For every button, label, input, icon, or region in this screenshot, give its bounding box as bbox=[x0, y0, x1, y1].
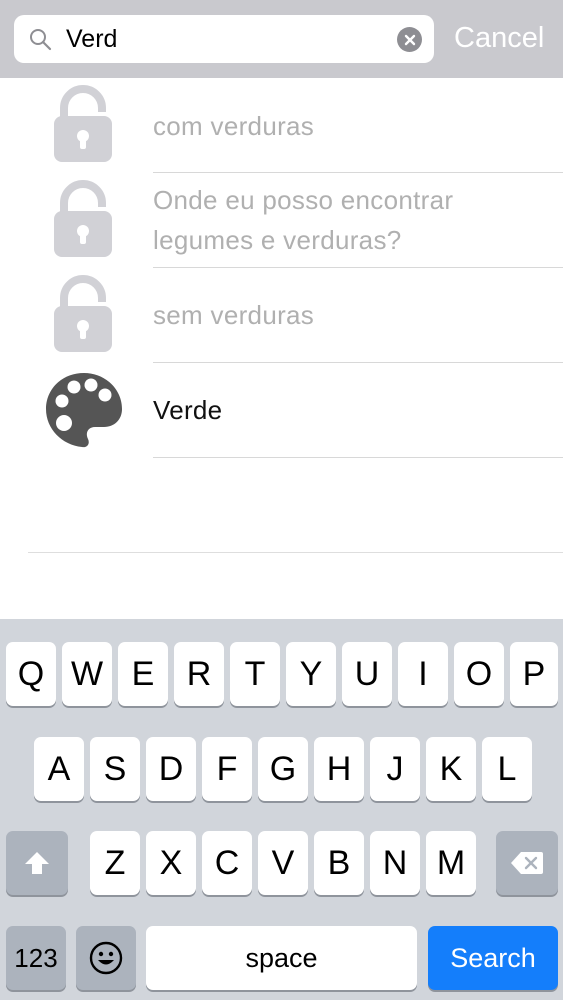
result-label: Verde bbox=[153, 395, 223, 425]
key-x[interactable]: X bbox=[146, 831, 196, 895]
key-s[interactable]: S bbox=[90, 737, 140, 801]
key-l[interactable]: L bbox=[482, 737, 532, 801]
key-y[interactable]: Y bbox=[286, 642, 336, 706]
key-b[interactable]: B bbox=[314, 831, 364, 895]
backspace-icon bbox=[511, 852, 543, 874]
key-p[interactable]: P bbox=[510, 642, 558, 706]
palette-icon bbox=[46, 373, 122, 448]
emoji-key[interactable] bbox=[76, 926, 136, 990]
space-key[interactable]: space bbox=[146, 926, 417, 990]
key-u[interactable]: U bbox=[342, 642, 392, 706]
key-c[interactable]: C bbox=[202, 831, 252, 895]
key-m[interactable]: M bbox=[426, 831, 476, 895]
backspace-key[interactable] bbox=[496, 831, 558, 895]
list-item[interactable]: com verduras bbox=[0, 78, 563, 173]
key-z[interactable]: Z bbox=[90, 831, 140, 895]
search-query-text: Verd bbox=[66, 25, 118, 53]
key-h[interactable]: H bbox=[314, 737, 364, 801]
key-k[interactable]: K bbox=[426, 737, 476, 801]
key-r[interactable]: R bbox=[174, 642, 224, 706]
lock-icon bbox=[54, 180, 112, 257]
lock-icon bbox=[54, 85, 112, 162]
shift-icon bbox=[25, 852, 49, 874]
search-key[interactable]: Search bbox=[428, 926, 558, 990]
key-n[interactable]: N bbox=[370, 831, 420, 895]
search-input[interactable]: Verd bbox=[14, 15, 434, 63]
clear-text-icon[interactable] bbox=[397, 27, 422, 52]
key-t[interactable]: T bbox=[230, 642, 280, 706]
search-bar: Verd Cancel bbox=[0, 0, 563, 78]
key-a[interactable]: A bbox=[34, 737, 84, 801]
key-f[interactable]: F bbox=[202, 737, 252, 801]
search-icon bbox=[30, 29, 52, 51]
lock-icon bbox=[54, 275, 112, 352]
key-g[interactable]: G bbox=[258, 737, 308, 801]
key-d[interactable]: D bbox=[146, 737, 196, 801]
list-end-divider bbox=[28, 552, 563, 553]
divider bbox=[153, 457, 563, 458]
list-item[interactable]: Verde bbox=[0, 363, 563, 458]
numbers-key[interactable]: 123 bbox=[6, 926, 66, 990]
key-e[interactable]: E bbox=[118, 642, 168, 706]
result-label: com verduras bbox=[153, 111, 315, 141]
result-label-line2: legumes e verduras? bbox=[153, 225, 402, 255]
result-label-line1: Onde eu posso encontrar bbox=[153, 185, 454, 215]
keyboard: Q W E R T Y U I O P A S D F G H J K L Z … bbox=[0, 619, 563, 1000]
list-item[interactable]: sem verduras bbox=[0, 268, 563, 363]
emoji-icon bbox=[89, 941, 123, 975]
shift-key[interactable] bbox=[6, 831, 68, 895]
result-label: sem verduras bbox=[153, 300, 315, 330]
key-q[interactable]: Q bbox=[6, 642, 56, 706]
key-i[interactable]: I bbox=[398, 642, 448, 706]
key-o[interactable]: O bbox=[454, 642, 504, 706]
cancel-button[interactable]: Cancel bbox=[454, 20, 544, 56]
key-j[interactable]: J bbox=[370, 737, 420, 801]
key-w[interactable]: W bbox=[62, 642, 112, 706]
key-v[interactable]: V bbox=[258, 831, 308, 895]
list-item[interactable]: Onde eu posso encontrar legumes e verdur… bbox=[0, 173, 563, 268]
